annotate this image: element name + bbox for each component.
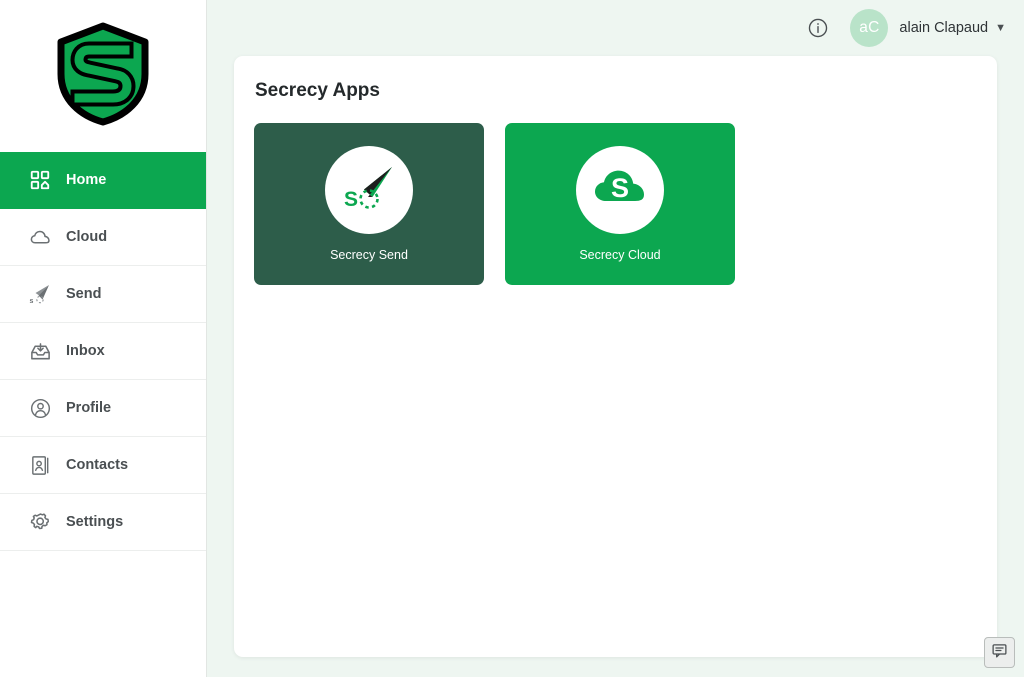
sidebar-item-contacts[interactable]: Contacts (0, 437, 206, 494)
sidebar-item-label: Send (66, 287, 101, 302)
chevron-down-icon[interactable]: ▼ (995, 22, 1006, 34)
svg-text:S: S (344, 188, 358, 211)
page-title: Secrecy Apps (255, 80, 997, 102)
sidebar: Home Cloud s Send (0, 0, 207, 677)
chat-bubble-icon (991, 642, 1008, 664)
paper-plane-icon: s (27, 281, 53, 307)
sidebar-item-label: Home (66, 173, 106, 188)
sidebar-item-settings[interactable]: Settings (0, 494, 206, 551)
inbox-tray-icon (27, 338, 53, 364)
app-badge: S (325, 146, 413, 234)
user-name-label[interactable]: alain Clapaud (899, 20, 988, 36)
app-card-secrecy-send[interactable]: S Secrecy Send (254, 123, 484, 285)
contact-card-icon (27, 452, 53, 478)
chat-widget-button[interactable] (984, 637, 1015, 668)
apps-grid: S Secrecy Send S Secrecy Cloud (254, 123, 997, 285)
secrecy-cloud-icon: S (589, 157, 651, 224)
app-label: Secrecy Send (330, 248, 408, 262)
app-logo (0, 0, 206, 152)
gear-icon (27, 509, 53, 535)
shield-s-logo-icon (55, 22, 151, 131)
app-label: Secrecy Cloud (579, 248, 660, 262)
sidebar-item-label: Contacts (66, 458, 128, 473)
main-content-card: Secrecy Apps S Secrecy Send (234, 56, 997, 657)
secrecy-send-plane-icon: S (338, 157, 400, 224)
sidebar-item-label: Profile (66, 401, 111, 416)
sidebar-item-cloud[interactable]: Cloud (0, 209, 206, 266)
cloud-icon (27, 224, 53, 250)
sidebar-item-label: Settings (66, 515, 123, 530)
user-circle-icon (27, 395, 53, 421)
sidebar-item-label: Cloud (66, 230, 107, 245)
grid-home-icon (27, 167, 53, 193)
svg-text:s: s (30, 298, 34, 305)
top-header: aC alain Clapaud ▼ (207, 0, 1024, 56)
sidebar-item-home[interactable]: Home (0, 152, 206, 209)
svg-text:S: S (611, 173, 629, 203)
app-badge: S (576, 146, 664, 234)
avatar[interactable]: aC (850, 9, 888, 47)
app-card-secrecy-cloud[interactable]: S Secrecy Cloud (505, 123, 735, 285)
sidebar-item-profile[interactable]: Profile (0, 380, 206, 437)
info-circle-icon[interactable] (807, 17, 829, 39)
sidebar-item-inbox[interactable]: Inbox (0, 323, 206, 380)
sidebar-item-send[interactable]: s Send (0, 266, 206, 323)
sidebar-item-label: Inbox (66, 344, 105, 359)
